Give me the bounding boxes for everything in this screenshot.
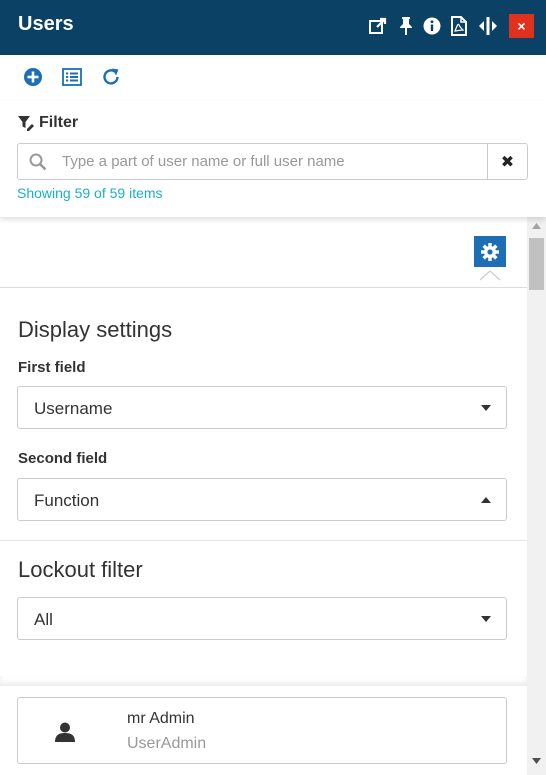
settings-bar bbox=[0, 217, 527, 288]
user-list-item[interactable]: mr Admin UserAdmin bbox=[17, 697, 507, 764]
chevron-down-icon bbox=[481, 616, 491, 622]
close-icon: × bbox=[517, 18, 526, 34]
user-name: mr Admin bbox=[127, 710, 195, 727]
second-field-label: Second field bbox=[18, 450, 108, 467]
resize-horizontal-icon[interactable] bbox=[477, 14, 499, 38]
first-field-label: First field bbox=[18, 359, 86, 376]
info-icon[interactable] bbox=[421, 14, 443, 38]
search-field bbox=[17, 143, 488, 180]
add-user-button[interactable] bbox=[21, 65, 45, 89]
content-panel: Display settings First field Username Se… bbox=[0, 217, 527, 775]
first-field-select[interactable]: Username bbox=[17, 386, 507, 429]
filter-edit-icon bbox=[18, 116, 34, 131]
scroll-down-icon[interactable] bbox=[532, 758, 541, 764]
user-function: UserAdmin bbox=[127, 735, 207, 752]
lockout-filter-value: All bbox=[34, 610, 53, 629]
gear-icon bbox=[481, 242, 499, 261]
chevron-down-icon bbox=[481, 405, 491, 411]
search-icon bbox=[29, 153, 47, 176]
filter-panel: Filter ✖ Showing 59 of 59 items bbox=[0, 101, 546, 217]
refresh-icon bbox=[103, 68, 119, 85]
list-separator bbox=[0, 676, 527, 686]
chevron-up-icon bbox=[481, 497, 491, 503]
display-settings-heading: Display settings bbox=[18, 317, 173, 342]
close-button[interactable]: × bbox=[509, 14, 534, 38]
window-title: Users bbox=[18, 13, 74, 35]
list-view-icon bbox=[62, 68, 82, 86]
title-bar: Users × bbox=[0, 0, 546, 55]
scroll-up-icon[interactable] bbox=[532, 223, 541, 229]
edit-external-icon[interactable] bbox=[367, 14, 389, 38]
second-field-select[interactable]: Function bbox=[17, 478, 507, 521]
lockout-filter-select[interactable]: All bbox=[17, 597, 507, 640]
pdf-icon[interactable] bbox=[448, 14, 470, 38]
user-icon bbox=[55, 722, 75, 742]
settings-toggle-button[interactable] bbox=[474, 236, 506, 267]
panel-pointer-icon bbox=[479, 270, 501, 281]
filter-heading: Filter bbox=[17, 114, 78, 132]
filter-label: Filter bbox=[39, 114, 79, 131]
items-count: Showing 59 of 59 items bbox=[17, 185, 163, 201]
scroll-thumb[interactable] bbox=[529, 238, 544, 290]
first-field-value: Username bbox=[34, 399, 113, 418]
section-divider bbox=[0, 540, 527, 541]
scrollbar[interactable] bbox=[527, 217, 546, 775]
list-view-button[interactable] bbox=[60, 65, 84, 89]
clear-icon: ✖ bbox=[500, 153, 515, 171]
second-field-value: Function bbox=[34, 491, 100, 510]
clear-search-button[interactable]: ✖ bbox=[487, 143, 528, 180]
refresh-button[interactable] bbox=[99, 65, 123, 89]
add-circle-icon bbox=[24, 68, 42, 86]
toolbar bbox=[0, 55, 546, 101]
search-input[interactable] bbox=[62, 144, 482, 179]
pin-icon[interactable] bbox=[395, 14, 417, 38]
lockout-filter-heading: Lockout filter bbox=[18, 557, 143, 582]
